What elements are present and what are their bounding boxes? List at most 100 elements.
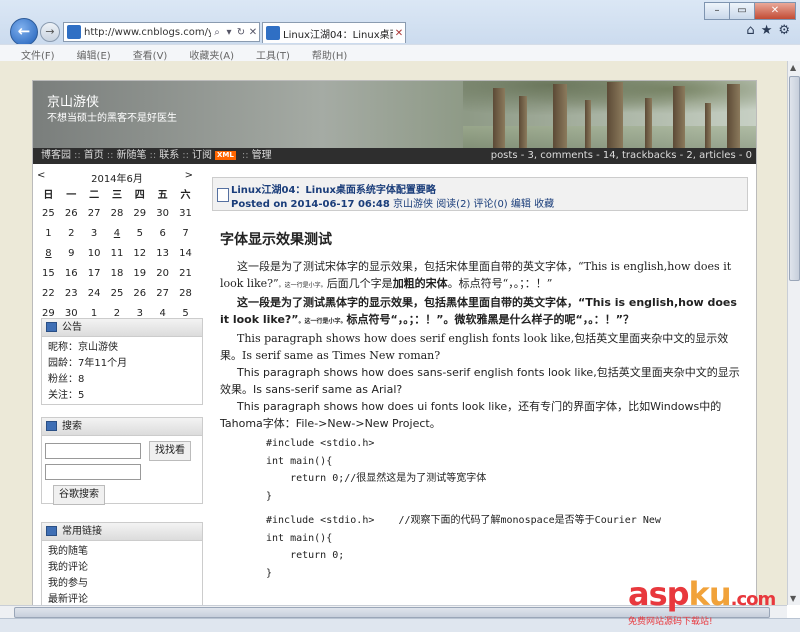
- nav-link-subscribe[interactable]: 订阅: [192, 150, 212, 161]
- box-header-icon: [46, 421, 57, 431]
- menu-bar: 文件(F) 编辑(E) 查看(V) 收藏夹(A) 工具(T) 帮助(H): [0, 44, 800, 62]
- sidebar: < 2014年6月 > 日 一 二 三 四 五 六 25 26 27 28 29…: [33, 164, 208, 605]
- browser-tab[interactable]: Linux江湖04：Linux桌面系... ✕: [262, 22, 406, 43]
- calendar-day-link[interactable]: 4: [106, 223, 129, 243]
- calendar-day: 15: [42, 267, 55, 279]
- calendar-day: 16: [64, 267, 78, 279]
- calendar-day: 10: [87, 247, 101, 259]
- post-comments[interactable]: 评论(0): [474, 199, 508, 210]
- weekday: 一: [66, 190, 77, 201]
- site-favicon-icon: [67, 25, 81, 39]
- blog-title[interactable]: 京山游侠: [47, 91, 99, 110]
- calendar-day: 12: [133, 247, 147, 259]
- search-input[interactable]: [45, 443, 141, 459]
- home-icon[interactable]: ⌂: [746, 23, 754, 38]
- calendar-day: 29: [133, 207, 147, 219]
- link-my-posts[interactable]: 我的随笔: [48, 544, 196, 560]
- paragraph-ui: This paragraph shows how does ui fonts l…: [220, 398, 742, 432]
- blog-navbar: 博客园:: 首页:: 新随笔:: 联系:: 订阅 XML:: 管理 posts - 3, c…: [33, 148, 756, 164]
- calendar-grid: 日 一 二 三 四 五 六 25 26 27 28 29 30 31 1 2 3…: [37, 184, 197, 323]
- document-icon: [217, 188, 229, 202]
- menu-view[interactable]: 查看(V): [126, 45, 175, 62]
- calendar-day: 18: [110, 267, 124, 279]
- calendar-prev-button[interactable]: <: [37, 170, 45, 181]
- weekday: 六: [180, 190, 191, 201]
- post-header: Linux江湖04：Linux桌面系统字体配置要略 Posted on 2014…: [212, 177, 748, 211]
- dropdown-icon[interactable]: ▾: [223, 27, 235, 38]
- maximize-button[interactable]: ▭: [729, 2, 755, 20]
- blog-subtitle: 不想当硕士的黑客不是好医生: [47, 113, 177, 124]
- search-button[interactable]: 找找看: [149, 441, 191, 461]
- search-box: 搜索 找找看 谷歌搜索: [41, 417, 203, 505]
- paragraph-sans: This paragraph shows how does sans-serif…: [220, 366, 740, 396]
- close-button[interactable]: ✕: [754, 2, 796, 20]
- calendar-day: 23: [64, 287, 78, 299]
- address-bar[interactable]: http://www.cnblogs.com/youxia/p ⌕ ▾ ↻ ✕: [63, 22, 260, 42]
- calendar-day: 17: [87, 267, 101, 279]
- post-favorite-link[interactable]: 收藏: [534, 199, 554, 210]
- nav-link-new-post[interactable]: 新随笔: [117, 150, 147, 161]
- notice-age: 园龄：7年11个月: [48, 358, 128, 369]
- arrow-left-icon: ←: [17, 22, 31, 40]
- menu-favorites[interactable]: 收藏夹(A): [182, 45, 241, 62]
- paragraph-serif: This paragraph shows how does serif engl…: [220, 330, 742, 364]
- link-my-participation[interactable]: 我的参与: [48, 576, 196, 592]
- p1-small: 。这一行是小字。: [278, 282, 327, 289]
- menu-help[interactable]: 帮助(H): [305, 45, 354, 62]
- scroll-up-icon[interactable]: ▲: [790, 63, 796, 72]
- paragraph-songti: 这一段是为了测试宋体字的显示效果，包括宋体里面自带的英文字体，“This is …: [220, 258, 742, 294]
- blog-banner: 京山游侠 不想当硕士的黑客不是好医生: [33, 81, 756, 148]
- calendar-day: 5: [136, 227, 143, 239]
- tab-title[interactable]: Linux江湖04：Linux桌面系...: [283, 26, 393, 41]
- vertical-scroll-thumb[interactable]: [789, 76, 800, 281]
- stop-icon[interactable]: ✕: [247, 27, 259, 38]
- posted-label: Posted on: [231, 199, 288, 210]
- calendar-day: 28: [110, 207, 124, 219]
- calendar-day: 28: [179, 287, 192, 299]
- post-body: 字体显示效果测试 这一段是为了测试宋体字的显示效果，包括宋体里面自带的英文字体，…: [220, 231, 742, 582]
- calendar-day: 25: [110, 287, 124, 299]
- calendar-day: 25: [42, 207, 55, 219]
- scroll-down-icon[interactable]: ▼: [790, 594, 796, 603]
- links-title: 常用链接: [62, 526, 102, 537]
- minimize-button[interactable]: –: [704, 2, 730, 20]
- nav-link-manage[interactable]: 管理: [252, 150, 272, 161]
- weekday: 四: [134, 190, 145, 201]
- calendar-month: 2014年6月: [91, 174, 143, 185]
- google-search-button[interactable]: 谷歌搜索: [53, 484, 105, 505]
- watermark-text-b: ku: [688, 575, 732, 613]
- calendar-day: 3: [90, 227, 98, 239]
- favorites-star-icon[interactable]: ★: [761, 23, 773, 38]
- post-title[interactable]: Linux江湖04：Linux桌面系统字体配置要略: [231, 181, 436, 196]
- nav-link-contact[interactable]: 联系: [159, 150, 179, 161]
- menu-file[interactable]: 文件(F): [14, 45, 62, 62]
- link-latest-comments[interactable]: 最新评论: [48, 592, 196, 605]
- calendar-day: 6: [159, 227, 166, 239]
- address-url[interactable]: http://www.cnblogs.com/youxia/p: [84, 27, 211, 38]
- browser-chrome: – ▭ ✕ ← → http://www.cnblogs.com/youxia/…: [0, 0, 800, 62]
- menu-tools[interactable]: 工具(T): [249, 45, 297, 62]
- nav-link-home[interactable]: 首页: [84, 150, 104, 161]
- xml-feed-icon[interactable]: XML: [215, 150, 236, 160]
- refresh-icon[interactable]: ↻: [235, 27, 247, 38]
- menu-edit[interactable]: 编辑(E): [70, 45, 118, 62]
- forward-button[interactable]: →: [40, 22, 60, 42]
- google-search-input[interactable]: [45, 464, 141, 480]
- post-author[interactable]: 京山游侠: [393, 199, 433, 210]
- nav-link-cnblogs[interactable]: 博客园: [41, 150, 71, 161]
- calendar-day: 19: [133, 267, 147, 279]
- blog-stats: posts - 3, comments - 14, trackbacks - 2…: [490, 150, 752, 161]
- back-button[interactable]: ←: [10, 18, 38, 46]
- tab-close-icon[interactable]: ✕: [393, 28, 405, 39]
- post-edit-link[interactable]: 编辑: [511, 199, 531, 210]
- gear-icon[interactable]: ⚙: [778, 23, 790, 38]
- calendar-day: 30: [156, 207, 169, 219]
- search-icon[interactable]: ⌕: [211, 27, 223, 38]
- post-heading: 字体显示效果测试: [220, 232, 332, 248]
- calendar-day-link[interactable]: 8: [37, 243, 60, 263]
- box-header-icon: [46, 322, 57, 332]
- calendar-day: 11: [110, 247, 124, 259]
- calendar-next-button[interactable]: >: [185, 170, 193, 181]
- link-my-comments[interactable]: 我的评论: [48, 560, 196, 576]
- vertical-scrollbar[interactable]: ▲ ▼: [787, 61, 800, 605]
